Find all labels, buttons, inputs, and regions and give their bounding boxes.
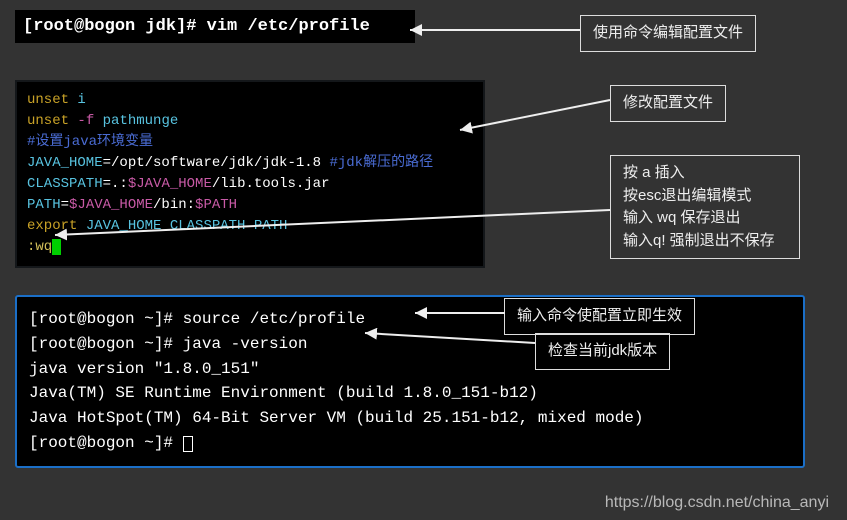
vim-line-4: JAVA_HOME=/opt/software/jdk/jdk-1.8 #jdk… [27, 153, 473, 174]
vim-line-8: :wq [27, 237, 473, 258]
arrow-icon [400, 20, 585, 50]
hint-esc: 按esc退出编辑模式 [623, 185, 787, 208]
hint-wq: 输入 wq 保存退出 [623, 207, 787, 230]
flag-f: -f [77, 113, 94, 129]
terminal-vim-editor: unset i unset -f pathmunge #设置java环境变量 J… [15, 80, 485, 268]
path-libtools: /lib.tools.jar [212, 176, 330, 192]
ref-path: $PATH [195, 197, 237, 213]
vim-line-3: #设置java环境变量 [27, 132, 473, 153]
vim-line-2: unset -f pathmunge [27, 111, 473, 132]
var-i: i [77, 92, 85, 108]
annotation-edit-config: 使用命令编辑配置文件 [580, 15, 756, 52]
hint-q: 输入q! 强制退出不保存 [623, 230, 787, 253]
cmd-source: source /etc/profile [183, 310, 365, 328]
watermark: https://blog.csdn.net/china_anyi [605, 494, 829, 512]
annotation-source-profile: 输入命令使配置立即生效 [504, 298, 695, 335]
terminal-vim-command: [root@bogon jdk]# vim /etc/profile [15, 10, 415, 43]
java-out-1: java version "1.8.0_151" [29, 357, 791, 382]
path-bin: /bin: [153, 197, 195, 213]
java-out-2: Java(TM) SE Runtime Environment (build 1… [29, 381, 791, 406]
cmd-java-version: java -version [183, 335, 308, 353]
comment-java-env: #设置java环境变量 [27, 134, 153, 150]
eq: = [61, 197, 69, 213]
export-vars: JAVA_HOME CLASSPATH PATH [86, 218, 288, 234]
prompt: [root@bogon ~]# [29, 310, 173, 328]
line-prompt-3: [root@bogon ~]# [29, 431, 791, 456]
line-prompt-2: [root@bogon ~]# java -version [29, 332, 791, 357]
annotation-modify-config: 修改配置文件 [610, 85, 726, 122]
hint-insert: 按 a 插入 [623, 162, 787, 185]
command: vim /etc/profile [207, 17, 370, 36]
keyword-export: export [27, 218, 77, 234]
var-pathmunge: pathmunge [103, 113, 179, 129]
path-jdk: =/opt/software/jdk/jdk-1.8 [103, 155, 321, 171]
cursor-icon [183, 436, 193, 452]
comment-jdk-path: #jdk解压的路径 [329, 155, 433, 171]
vim-line-6: PATH=$JAVA_HOME/bin:$PATH [27, 195, 473, 216]
java-out-3: Java HotSpot(TM) 64-Bit Server VM (build… [29, 406, 791, 431]
prompt: [root@bogon ~]# [29, 434, 173, 452]
vim-line-5: CLASSPATH=.:$JAVA_HOME/lib.tools.jar [27, 174, 473, 195]
prompt: [root@bogon ~]# [29, 335, 173, 353]
annotation-check-jdk: 检查当前jdk版本 [535, 333, 670, 370]
vim-line-1: unset i [27, 90, 473, 111]
var-path: PATH [27, 197, 61, 213]
keyword-unset: unset [27, 92, 69, 108]
var-java-home: JAVA_HOME [27, 155, 103, 171]
vim-wq: :wq [27, 239, 52, 255]
sep: =.: [103, 176, 128, 192]
ref-java-home: $JAVA_HOME [69, 197, 153, 213]
vim-line-7: export JAVA_HOME CLASSPATH PATH [27, 216, 473, 237]
cursor-icon [52, 239, 61, 255]
keyword-unset: unset [27, 113, 69, 129]
ref-java-home: $JAVA_HOME [128, 176, 212, 192]
annotation-vim-hints: 按 a 插入 按esc退出编辑模式 输入 wq 保存退出 输入q! 强制退出不保… [610, 155, 800, 259]
var-classpath: CLASSPATH [27, 176, 103, 192]
prompt: [root@bogon jdk]# [23, 17, 196, 36]
